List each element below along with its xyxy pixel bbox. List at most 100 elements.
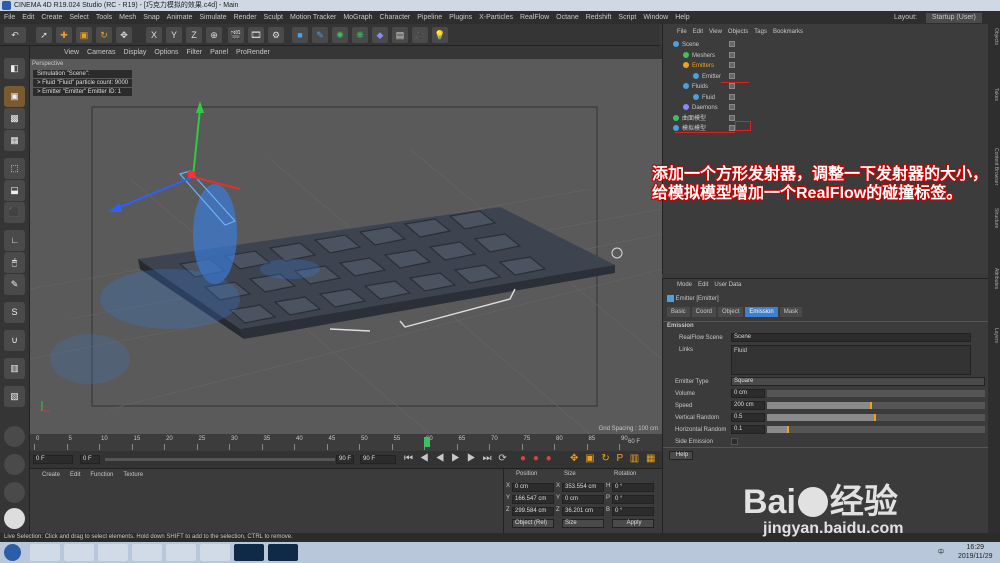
object-tree-item[interactable]: Emitter bbox=[693, 72, 735, 82]
tab-object[interactable]: Object bbox=[718, 307, 744, 317]
viewport-menu-prorender[interactable]: ProRender bbox=[236, 49, 270, 56]
coordinate-mode-dropdown[interactable]: Object (Rel) bbox=[512, 519, 554, 528]
system-clock[interactable]: 16:29 2019/11/29 bbox=[958, 543, 993, 561]
menu-pipeline[interactable]: Pipeline bbox=[417, 14, 442, 21]
menu-script[interactable]: Script bbox=[618, 14, 636, 21]
generator-icon[interactable]: ✺ bbox=[332, 27, 348, 43]
links-item[interactable]: Fluid bbox=[734, 348, 747, 354]
undo-icon[interactable]: ↶ bbox=[4, 27, 26, 43]
side-tab-objects[interactable]: Objects bbox=[989, 28, 999, 84]
menu-select[interactable]: Select bbox=[69, 14, 88, 21]
size-field[interactable]: 36.201 cm bbox=[562, 507, 604, 516]
visibility-check-icon[interactable] bbox=[729, 41, 735, 47]
menu-simulate[interactable]: Simulate bbox=[199, 14, 226, 21]
x-axis-lock-icon[interactable]: X bbox=[146, 27, 162, 43]
object-tree-item[interactable]: Scene bbox=[673, 40, 735, 50]
realflow-scene-field[interactable]: Scene bbox=[731, 333, 971, 342]
object-menu-view[interactable]: View bbox=[709, 29, 722, 35]
material-menu-edit[interactable]: Edit bbox=[70, 472, 80, 478]
material-sphere-icon-1[interactable] bbox=[4, 426, 25, 447]
vertical-random-slider[interactable] bbox=[767, 414, 985, 421]
volume-slider[interactable] bbox=[767, 390, 985, 397]
menu-x-particles[interactable]: X-Particles bbox=[479, 14, 513, 21]
start-button-icon[interactable] bbox=[4, 544, 21, 561]
horizontal-random-slider[interactable] bbox=[767, 426, 985, 433]
object-menu-bookmarks[interactable]: Bookmarks bbox=[773, 29, 803, 35]
taskbar-media-player[interactable] bbox=[98, 544, 128, 561]
points-mode-icon[interactable]: ⬚ bbox=[4, 158, 25, 179]
min-frame-field[interactable]: 0 F bbox=[80, 455, 100, 464]
tab-mask[interactable]: Mask bbox=[779, 307, 803, 317]
record-keys-icon[interactable]: ● ● ● bbox=[520, 453, 554, 464]
menu-window[interactable]: Window bbox=[643, 14, 668, 21]
menu-help[interactable]: Help bbox=[675, 14, 689, 21]
z-axis-arrow-icon[interactable] bbox=[108, 203, 122, 212]
visibility-check-icon[interactable] bbox=[729, 83, 735, 89]
z-axis-lock-icon[interactable]: Z bbox=[186, 27, 202, 43]
material-menu-function[interactable]: Function bbox=[90, 472, 113, 478]
coordinate-system-icon[interactable]: ⊕ bbox=[206, 27, 222, 43]
menu-tools[interactable]: Tools bbox=[96, 14, 112, 21]
layout-dropdown[interactable]: Startup (User) bbox=[925, 13, 982, 23]
perspective-viewport[interactable]: Perspective Grid Spacing: 100 cm bbox=[30, 59, 662, 434]
object-menu-tags[interactable]: Tags bbox=[754, 29, 767, 35]
rotation-field[interactable]: 0 ° bbox=[612, 483, 654, 492]
attribute-menu-user-data[interactable]: User Data bbox=[714, 282, 741, 288]
taskbar-photoshop-2[interactable] bbox=[268, 544, 298, 561]
size-mode-dropdown[interactable]: Size bbox=[562, 519, 604, 528]
taskbar-cinema4d[interactable] bbox=[200, 544, 230, 561]
object-tree-item[interactable]: 曲面模型 bbox=[673, 114, 735, 124]
edges-mode-icon[interactable]: ⬓ bbox=[4, 180, 25, 201]
transport-buttons[interactable]: ⏮ ◀ ◀ ▶ ▶ ⏭ ⟳ bbox=[404, 453, 509, 464]
visibility-check-icon[interactable] bbox=[729, 93, 735, 100]
menu-sculpt[interactable]: Sculpt bbox=[264, 14, 283, 21]
object-menu-file[interactable]: File bbox=[677, 29, 687, 35]
links-list[interactable]: Fluid bbox=[731, 345, 971, 375]
tab-coord[interactable]: Coord bbox=[691, 307, 717, 317]
help-button[interactable]: Help bbox=[669, 451, 693, 460]
y-axis-handle[interactable] bbox=[192, 108, 201, 178]
menu-motion-tracker[interactable]: Motion Tracker bbox=[290, 14, 336, 21]
start-frame-field[interactable]: 0 F bbox=[33, 455, 73, 464]
viewport-menu-view[interactable]: View bbox=[64, 49, 79, 56]
cube-primitive-icon[interactable]: ■ bbox=[292, 27, 308, 43]
material-menu-create[interactable]: Create bbox=[42, 472, 60, 478]
attribute-menu-mode[interactable]: Mode bbox=[677, 282, 692, 288]
viewport-menu-filter[interactable]: Filter bbox=[187, 49, 203, 56]
floor-icon[interactable]: ▤ bbox=[392, 27, 408, 43]
workplane-icon[interactable]: ▦ bbox=[4, 130, 25, 151]
tab-emission[interactable]: Emission bbox=[745, 307, 778, 317]
menu-render[interactable]: Render bbox=[234, 14, 257, 21]
material-sphere-icon-4[interactable] bbox=[4, 508, 25, 529]
menu-create[interactable]: Create bbox=[41, 14, 62, 21]
emitter-type-dropdown[interactable]: Square bbox=[731, 377, 985, 386]
material-sphere-icon-2[interactable] bbox=[4, 454, 25, 475]
rotation-field[interactable]: 0 ° bbox=[612, 507, 654, 516]
move-icon[interactable]: ✚ bbox=[56, 27, 72, 43]
light-icon[interactable]: 💡 bbox=[432, 27, 448, 43]
key-mode-icons[interactable]: ✥ ▣ ↻ P ▥ ▦ bbox=[570, 453, 657, 464]
spline-pen-icon[interactable]: ✎ bbox=[312, 27, 328, 43]
speed-field[interactable]: 200 cm bbox=[731, 401, 765, 410]
model-mode-icon[interactable]: ▣ bbox=[4, 86, 25, 107]
material-menu-texture[interactable]: Texture bbox=[123, 472, 143, 478]
horizontal-random-field[interactable]: 0.1 bbox=[731, 425, 765, 434]
current-frame-marker[interactable] bbox=[424, 437, 430, 447]
object-menu-objects[interactable]: Objects bbox=[728, 29, 748, 35]
object-tree-item[interactable]: Daemons bbox=[683, 103, 735, 113]
grid-snap-icon[interactable]: ▥ bbox=[4, 358, 25, 379]
frame-range-slider[interactable] bbox=[105, 458, 335, 461]
end-frame-field[interactable]: 90 F bbox=[360, 455, 396, 464]
snap-icon[interactable]: ✎ bbox=[4, 274, 25, 295]
menu-mesh[interactable]: Mesh bbox=[119, 14, 136, 21]
side-tab-takes[interactable]: Takes bbox=[989, 88, 999, 144]
select-arrow-icon[interactable]: ➚ bbox=[36, 27, 52, 43]
lock-workplane-icon[interactable]: ▧ bbox=[4, 386, 25, 407]
material-sphere-icon-3[interactable] bbox=[4, 482, 25, 503]
scale-icon[interactable]: ▣ bbox=[76, 27, 92, 43]
vertical-random-field[interactable]: 0.5 bbox=[731, 413, 765, 422]
side-emission-checkbox[interactable] bbox=[731, 438, 738, 445]
visibility-check-icon[interactable] bbox=[729, 104, 735, 110]
texture-mode-icon[interactable]: ▩ bbox=[4, 108, 25, 129]
render-picture-viewer-icon[interactable]: 🎞 bbox=[248, 27, 264, 43]
